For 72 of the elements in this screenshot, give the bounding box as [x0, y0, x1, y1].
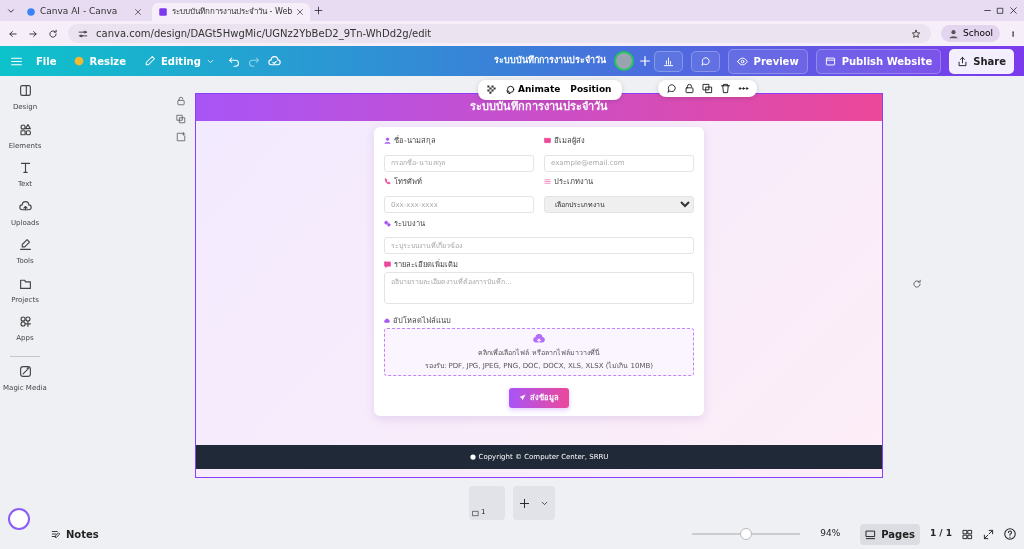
- send-icon: [519, 394, 526, 402]
- add-icon[interactable]: [637, 54, 652, 68]
- crown-icon: [74, 56, 85, 66]
- design-page[interactable]: [196, 94, 882, 477]
- page-count: 1 / 1: [929, 527, 952, 541]
- text-icon: [18, 161, 32, 174]
- close-icon[interactable]: [296, 8, 305, 16]
- grid-view-icon[interactable]: [962, 528, 973, 540]
- cloud-upload-icon: [18, 199, 32, 213]
- lock-icon[interactable]: [684, 83, 695, 94]
- position-button[interactable]: Position: [568, 83, 614, 97]
- list-icon: [544, 178, 551, 186]
- trash-icon[interactable]: [720, 83, 731, 94]
- pencil-icon: [143, 55, 156, 67]
- phone-icon: [384, 178, 391, 186]
- animate-icon: [505, 84, 515, 95]
- preview-button[interactable]: Preview: [727, 48, 808, 74]
- cloud-upload-icon: [533, 332, 545, 345]
- publish-button[interactable]: Publish Website: [815, 48, 942, 74]
- circle-logo-icon: [26, 7, 36, 17]
- speech-bubble-icon: [384, 260, 391, 268]
- share-button[interactable]: Share: [949, 48, 1014, 74]
- cloud-check-icon[interactable]: [267, 54, 281, 68]
- comment-button[interactable]: [690, 50, 720, 72]
- avatar-icon: [948, 28, 960, 39]
- undo-icon[interactable]: [227, 55, 240, 67]
- site-settings-icon: [78, 28, 88, 39]
- browser-tab[interactable]: ระบบบันทึกการงานประจำวัน - Web: [152, 3, 311, 21]
- browser-tab[interactable]: Canva AI - Canva: [20, 3, 148, 21]
- restore-icon[interactable]: [996, 6, 1005, 15]
- notes-icon: [51, 529, 61, 539]
- pages-icon: [865, 528, 877, 540]
- page-icon: [158, 7, 168, 17]
- close-icon[interactable]: [1009, 6, 1018, 15]
- slider-thumb[interactable]: [740, 528, 753, 540]
- insights-button[interactable]: [653, 50, 683, 72]
- cloud-upload-icon: [384, 317, 390, 324]
- transparency-icon[interactable]: [486, 84, 497, 96]
- back-icon[interactable]: [8, 28, 18, 39]
- notes-button[interactable]: Notes: [46, 523, 104, 545]
- shapes-icon: [18, 122, 32, 136]
- profile-button[interactable]: School: [941, 24, 1000, 43]
- rotate-icon[interactable]: [912, 279, 922, 289]
- apps-icon: [18, 315, 32, 328]
- magic-button[interactable]: [8, 508, 30, 530]
- address-bar[interactable]: canva.com/design/DAGt5HwgMic/UGNz2YbBeD2_9Tn-WhDd2g/edit: [68, 24, 932, 43]
- comment-icon: [699, 55, 711, 67]
- person-icon: [384, 137, 391, 145]
- plus-icon[interactable]: [314, 6, 324, 15]
- envelope-icon: [544, 137, 551, 145]
- zoom-percentage: 94%: [820, 527, 841, 541]
- fullscreen-icon[interactable]: [983, 528, 994, 540]
- share-icon: [957, 55, 969, 67]
- animate-button[interactable]: Animate: [503, 83, 563, 97]
- design-title[interactable]: ระบบบันทึกการงานประจำวัน: [493, 54, 606, 68]
- browser-window-icon: [824, 55, 836, 67]
- sparkle-image-icon: [18, 364, 32, 378]
- star-icon[interactable]: [911, 28, 922, 39]
- help-icon[interactable]: [1004, 528, 1016, 540]
- pen-icon: [18, 238, 32, 251]
- reload-icon[interactable]: [48, 28, 58, 39]
- close-icon[interactable]: [134, 8, 142, 16]
- eye-icon: [736, 55, 748, 67]
- page-icon: [472, 510, 479, 517]
- comment-add-icon[interactable]: [666, 83, 677, 94]
- bar-chart-icon: [662, 55, 674, 67]
- duplicate-icon[interactable]: [702, 83, 713, 94]
- add-page-icon[interactable]: [519, 497, 530, 509]
- pages-button[interactable]: Pages: [860, 523, 920, 545]
- forward-icon[interactable]: [28, 28, 38, 39]
- layout-icon: [18, 84, 32, 97]
- page-header: ระบบบันทึกการงานประจำวัน: [196, 94, 882, 121]
